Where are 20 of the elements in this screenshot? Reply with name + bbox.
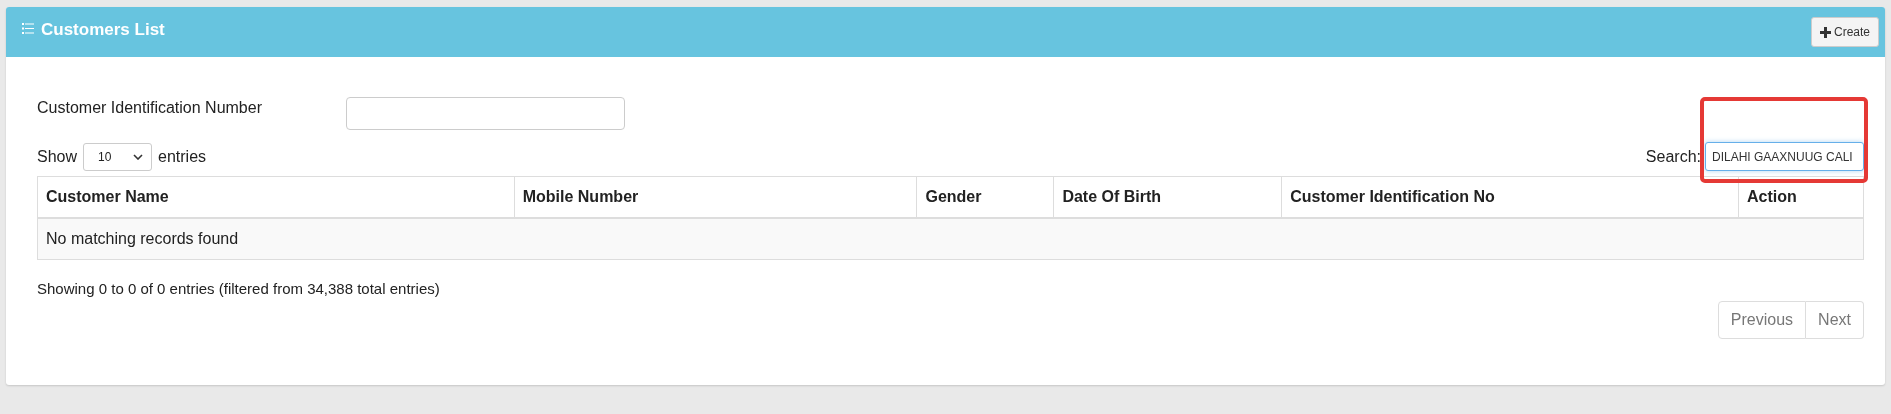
field-label: Customer Identification Number — [37, 99, 263, 117]
entries-label: entries — [158, 148, 207, 166]
search-field[interactable]: DILAHI GAAXNUUG CALI — [1705, 142, 1864, 171]
column-header[interactable]: Customer Name — [37, 176, 515, 218]
create-button[interactable]: Create — [1810, 17, 1879, 47]
show-label: Show — [37, 148, 78, 166]
chevron-down-icon — [133, 154, 144, 160]
column-header[interactable]: Customer Identification No — [1281, 176, 1739, 218]
list-icon — [22, 23, 34, 34]
column-header[interactable]: Date Of Birth — [1053, 176, 1282, 218]
table-info: Showing 0 to 0 of 0 entries (filtered from 34,388 total entries) — [37, 279, 441, 297]
column-header[interactable]: Action — [1738, 176, 1864, 218]
search-label: Search: — [1645, 147, 1701, 166]
empty-message: No matching records found — [37, 217, 1864, 259]
panel-title: Customers List — [41, 20, 165, 40]
input-field[interactable] — [346, 97, 625, 130]
entries-select[interactable]: 10 — [83, 143, 153, 171]
column-header[interactable]: Mobile Number — [514, 176, 917, 218]
plus-icon — [1819, 26, 1831, 38]
column-header[interactable]: Gender — [916, 176, 1054, 218]
